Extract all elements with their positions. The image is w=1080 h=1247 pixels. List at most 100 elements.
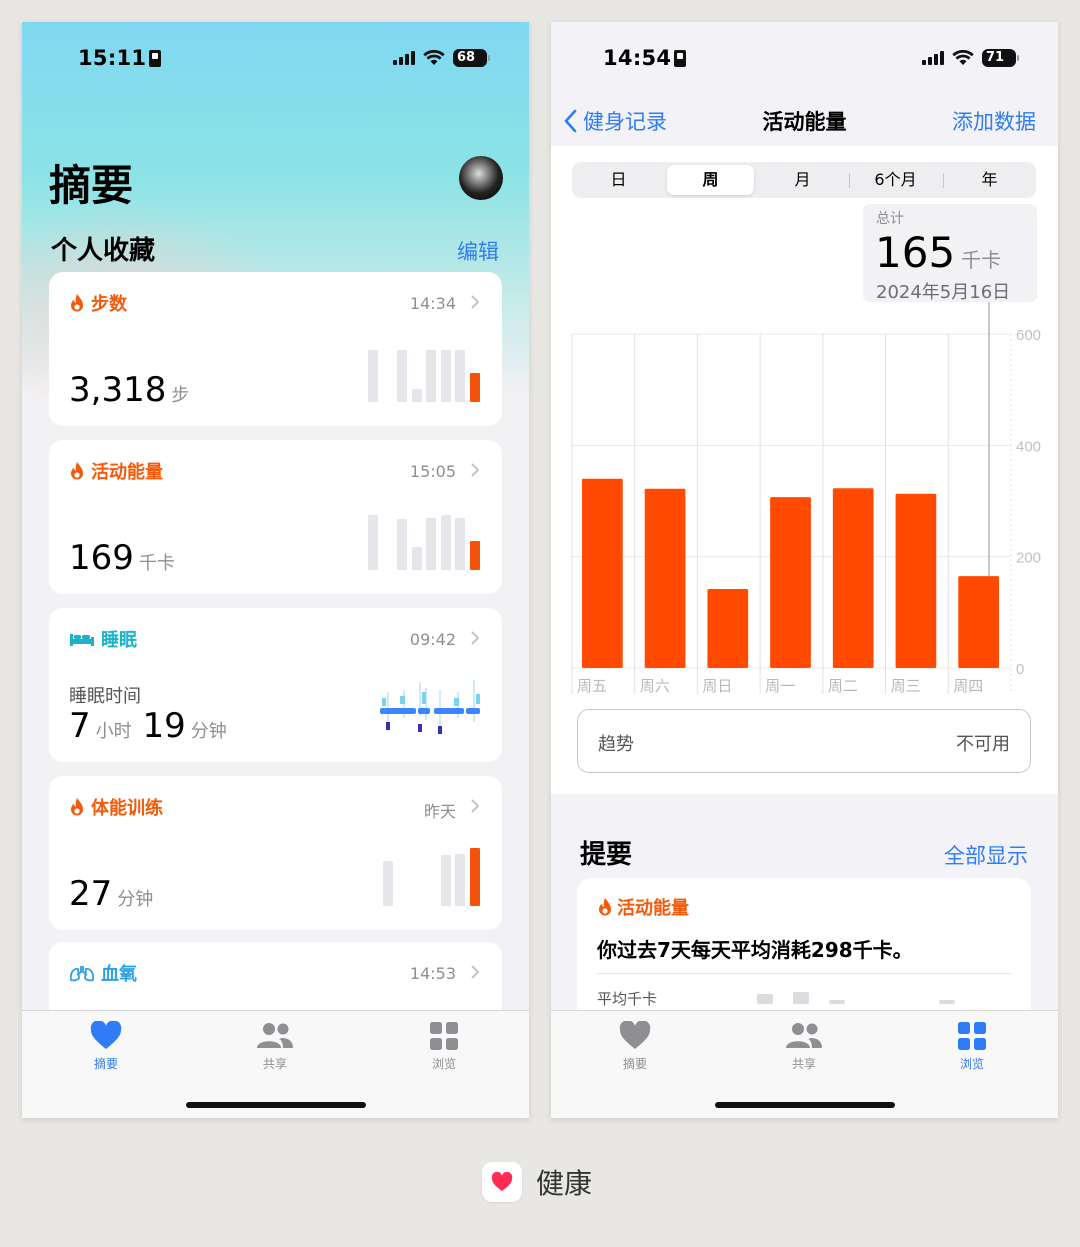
favorites-title: 个人收藏 (51, 236, 156, 266)
mini-bar (440, 855, 451, 906)
highlight-mini-bar (939, 1000, 955, 1004)
bed-icon (70, 634, 94, 646)
status-time: 15:11 (78, 46, 162, 70)
tab-browse[interactable]: 浏览 (932, 1021, 1012, 1072)
trend-value: 不可用 (956, 734, 1010, 755)
tooltip-label: 总计 (876, 211, 904, 227)
battery-icon: 68 (453, 49, 490, 67)
workout-mini-chart (380, 848, 480, 906)
home-indicator (185, 1102, 366, 1108)
sim-icon (149, 50, 162, 67)
nav-bar: 健身记录 活动能量 添加数据 (551, 102, 1058, 146)
mini-bar (440, 515, 451, 570)
bar-6 (895, 493, 937, 668)
card-time: 09:42 (409, 630, 456, 649)
signal-icon (922, 51, 944, 65)
card-time: 昨天 (423, 802, 456, 821)
wifi-icon (952, 50, 974, 65)
active-energy-chart[interactable]: 0 200 400 600 周五 周六 周日 周一 周二 周三 周四 (551, 302, 1058, 702)
x-tick-label: 周三 (891, 677, 921, 695)
sleep-value: 7 小时 19 分钟 (69, 706, 227, 746)
flame-icon (71, 462, 83, 480)
flame-icon (599, 898, 611, 916)
highlight-text: 你过去7天每天平均消耗298千卡。 (597, 938, 913, 962)
signal-icon (393, 51, 415, 65)
chevron-right-icon (471, 965, 480, 979)
app-name: 健康 (536, 1167, 593, 1200)
segment-divider (849, 173, 850, 188)
segment-week[interactable]: 周 (667, 165, 754, 195)
card-value: 27 分钟 (69, 874, 154, 914)
mini-bar (426, 350, 436, 402)
x-tick-label: 周四 (953, 677, 983, 695)
chevron-right-icon (471, 631, 480, 645)
highlight-mini-bar (757, 994, 773, 1004)
card-active-energy[interactable]: 活动能量 15:05 169 千卡 (49, 440, 502, 594)
mini-bar (455, 854, 465, 906)
battery-icon: 71 (982, 49, 1019, 67)
trend-label: 趋势 (598, 734, 634, 755)
mini-bar (469, 848, 480, 906)
chevron-right-icon (471, 799, 480, 813)
grid-icon (430, 1022, 458, 1050)
mini-bar (411, 389, 422, 402)
mini-bar (469, 541, 480, 570)
mini-bar (397, 350, 407, 402)
tab-bar: 摘要 共享 浏览 (551, 1010, 1058, 1118)
tab-summary[interactable]: 摘要 (595, 1021, 675, 1072)
edit-button[interactable]: 编辑 (457, 236, 499, 266)
highlight-sublabel: 平均千卡 (597, 990, 658, 1008)
highlight-mini-bar (829, 1000, 845, 1004)
grid-icon (958, 1022, 986, 1050)
y-tick-label: 400 (1016, 438, 1041, 455)
card-value: 3,318 步 (69, 370, 190, 410)
highlight-divider (597, 973, 1011, 974)
add-data-button[interactable]: 添加数据 (952, 106, 1036, 136)
mini-bar (411, 547, 422, 570)
lungs-icon (69, 966, 95, 982)
mini-bar (368, 515, 378, 570)
card-steps[interactable]: 步数 14:34 3,318 步 (49, 272, 502, 426)
mini-bar (397, 519, 407, 570)
mini-bar (426, 518, 436, 570)
card-time: 14:53 (409, 964, 456, 983)
sleep-stage-chart (380, 680, 480, 734)
tab-summary[interactable]: 摘要 (66, 1021, 146, 1072)
summary-screen: 15:11 68 摘要 个人收藏 编辑 步数 14:34 3,318 步 活动能量… (22, 22, 529, 1118)
highlight-title: 活动能量 (597, 894, 689, 920)
card-workouts[interactable]: 体能训练 昨天 27 分钟 (49, 776, 502, 930)
mini-bar (469, 373, 480, 402)
mini-bar (455, 350, 465, 402)
avatar[interactable] (459, 156, 503, 200)
energy-mini-chart (368, 512, 480, 570)
show-all-button[interactable]: 全部显示 (944, 840, 1028, 870)
tooltip-date: 2024年5月16日 (876, 282, 1011, 303)
x-tick-label: 周五 (577, 677, 607, 695)
app-label: 健康 (482, 1162, 592, 1202)
segment-6months[interactable]: 6个月 (852, 165, 939, 195)
wifi-icon (423, 50, 445, 65)
tab-sharing[interactable]: 共享 (235, 1021, 315, 1072)
segment-month[interactable]: 月 (759, 165, 846, 195)
mini-bar (440, 350, 451, 402)
card-sleep[interactable]: 睡眠 09:42 睡眠时间 7 小时 19 分钟 (49, 608, 502, 762)
people-icon (257, 1023, 293, 1048)
bar-3 (707, 588, 749, 668)
segment-year[interactable]: 年 (946, 165, 1033, 195)
y-tick-label: 600 (1016, 327, 1041, 344)
trend-row[interactable]: 趋势 不可用 (577, 709, 1031, 773)
bar-2 (644, 488, 686, 668)
tab-sharing[interactable]: 共享 (764, 1021, 844, 1072)
heart-icon (619, 1021, 651, 1049)
tab-bar: 摘要 共享 浏览 (22, 1010, 529, 1118)
card-title: 睡眠 (69, 626, 137, 652)
card-time: 15:05 (409, 462, 456, 481)
mini-bar (382, 861, 393, 906)
card-title: 血氧 (69, 960, 137, 986)
status-bar: 14:54 71 (551, 46, 1058, 74)
steps-mini-chart (368, 344, 480, 402)
home-indicator (714, 1102, 895, 1108)
highlights-title: 提要 (580, 840, 633, 870)
segment-day[interactable]: 日 (575, 165, 662, 195)
tab-browse[interactable]: 浏览 (404, 1021, 484, 1072)
